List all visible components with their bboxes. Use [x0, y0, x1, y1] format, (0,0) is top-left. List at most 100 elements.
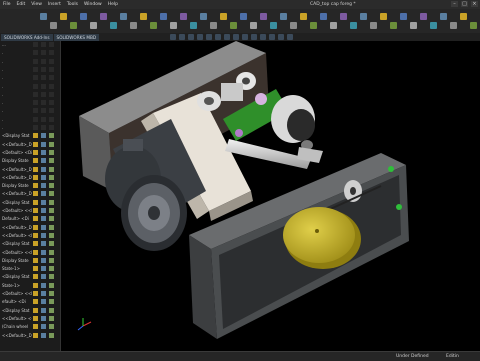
view-tool-button[interactable] — [251, 34, 257, 40]
tree-cell-icon[interactable] — [49, 66, 54, 72]
tree-row[interactable]: <Default> <<D — [0, 207, 60, 214]
tree-cell-icon[interactable] — [33, 125, 38, 130]
toolbar-button[interactable] — [400, 13, 407, 20]
tree-cell-icon[interactable] — [49, 241, 54, 247]
tree-cell-icon[interactable] — [33, 133, 38, 139]
tree-cell-icon[interactable] — [33, 141, 38, 147]
toolbar-button[interactable] — [430, 22, 437, 29]
tree-cell-icon[interactable] — [41, 50, 46, 56]
toolbar-button[interactable] — [80, 13, 87, 20]
tree-row[interactable]: . — [0, 99, 60, 106]
tree-cell-icon[interactable] — [49, 91, 54, 97]
tree-row[interactable]: <Default> <Di — [0, 149, 60, 156]
tree-cell-icon[interactable] — [41, 307, 46, 313]
tree-cell-icon[interactable] — [49, 299, 54, 305]
close-icon[interactable]: × — [471, 1, 478, 7]
tree-cell-icon[interactable] — [49, 257, 54, 263]
tree-cell-icon[interactable] — [33, 299, 38, 305]
tree-cell-icon[interactable] — [41, 282, 46, 288]
tree-cell-icon[interactable] — [41, 257, 46, 263]
tree-cell-icon[interactable] — [33, 42, 38, 47]
toolbar-button[interactable] — [250, 22, 257, 29]
tree-row[interactable]: <<Default>_Di — [0, 174, 60, 181]
toolbar-button[interactable] — [60, 13, 67, 20]
tree-row[interactable]: . — [0, 49, 60, 56]
tree-row[interactable]: State-1> — [0, 265, 60, 272]
tree-row[interactable]: <<Default>_Di — [0, 141, 60, 148]
tree-cell-icon[interactable] — [33, 274, 38, 280]
tree-cell-icon[interactable] — [41, 91, 46, 97]
tree-cell-icon[interactable] — [33, 224, 38, 230]
tree-cell-icon[interactable] — [33, 282, 38, 288]
tree-cell-icon[interactable] — [33, 58, 38, 64]
tree-cell-icon[interactable] — [49, 224, 54, 230]
tree-cell-icon[interactable] — [33, 149, 38, 155]
tree-row[interactable]: (Chain wheel — [0, 323, 60, 330]
tree-cell-icon[interactable] — [49, 291, 54, 296]
view-tool-button[interactable] — [170, 34, 176, 40]
toolbar-button[interactable] — [120, 13, 127, 20]
tree-row[interactable]: <<Default> <<D — [0, 315, 60, 322]
tree-cell-icon[interactable] — [49, 100, 54, 106]
tree-cell-icon[interactable] — [33, 50, 38, 56]
tab-addins[interactable]: SOLIDWORKS Add-Ins — [1, 34, 53, 41]
tree-cell-icon[interactable] — [33, 183, 38, 189]
tree-cell-icon[interactable] — [41, 191, 46, 197]
menu-item[interactable]: File — [0, 2, 14, 7]
tree-cell-icon[interactable] — [49, 83, 54, 89]
tree-row[interactable]: <<Default>_Di — [0, 190, 60, 197]
tree-row[interactable]: <<Default>_Di — [0, 166, 60, 173]
tree-cell-icon[interactable] — [33, 199, 38, 205]
tree-row[interactable]: <<Default> <Di — [0, 232, 60, 239]
tree-cell-icon[interactable] — [41, 241, 46, 247]
view-tool-button[interactable] — [215, 34, 221, 40]
tree-cell-icon[interactable] — [33, 166, 38, 172]
menu-item[interactable]: View — [28, 2, 45, 7]
tree-cell-icon[interactable] — [49, 133, 54, 139]
toolbar-button[interactable] — [150, 22, 157, 29]
tree-cell-icon[interactable] — [49, 307, 54, 313]
toolbar-button[interactable] — [420, 13, 427, 20]
view-tool-button[interactable] — [179, 34, 185, 40]
tree-cell-icon[interactable] — [41, 266, 46, 272]
tree-row[interactable]: Display State — [0, 157, 60, 164]
toolbar-button[interactable] — [270, 22, 277, 29]
menu-item[interactable]: Window — [81, 2, 105, 7]
toolbar-button[interactable] — [380, 13, 387, 20]
maximize-icon[interactable]: □ — [461, 1, 468, 7]
tree-cell-icon[interactable] — [49, 116, 54, 122]
view-tool-button[interactable] — [197, 34, 203, 40]
tree-cell-icon[interactable] — [33, 158, 38, 164]
tree-cell-icon[interactable] — [49, 125, 54, 130]
toolbar-button[interactable] — [70, 22, 77, 29]
tree-cell-icon[interactable] — [49, 324, 54, 330]
tree-row[interactable]: . — [0, 83, 60, 90]
toolbar-button[interactable] — [190, 22, 197, 29]
tree-row[interactable]: <Display Stat — [0, 132, 60, 139]
tree-cell-icon[interactable] — [33, 108, 38, 114]
toolbar-button[interactable] — [100, 13, 107, 20]
tree-cell-icon[interactable] — [33, 116, 38, 122]
toolbar-button[interactable] — [90, 22, 97, 29]
menu-item[interactable]: Edit — [14, 2, 29, 7]
toolbar-button[interactable] — [130, 22, 137, 29]
view-tool-button[interactable] — [278, 34, 284, 40]
toolbar-button[interactable] — [460, 13, 467, 20]
toolbar-button[interactable] — [50, 22, 57, 29]
toolbar-button[interactable] — [260, 13, 267, 20]
toolbar-button[interactable] — [320, 13, 327, 20]
tree-cell-icon[interactable] — [41, 291, 46, 296]
tree-cell-icon[interactable] — [41, 83, 46, 89]
tree-cell-icon[interactable] — [33, 216, 38, 222]
tree-cell-icon[interactable] — [49, 174, 54, 180]
toolbar-button[interactable] — [440, 13, 447, 20]
tree-cell-icon[interactable] — [49, 249, 54, 255]
tree-row[interactable]: <Display Stat — [0, 240, 60, 247]
tree-cell-icon[interactable] — [41, 199, 46, 205]
toolbar-button[interactable] — [310, 22, 317, 29]
tree-row[interactable]: <<Default>_Di — [0, 332, 60, 339]
tree-cell-icon[interactable] — [33, 83, 38, 89]
toolbar-button[interactable] — [290, 22, 297, 29]
tree-cell-icon[interactable] — [33, 307, 38, 313]
tree-cell-icon[interactable] — [33, 232, 38, 238]
